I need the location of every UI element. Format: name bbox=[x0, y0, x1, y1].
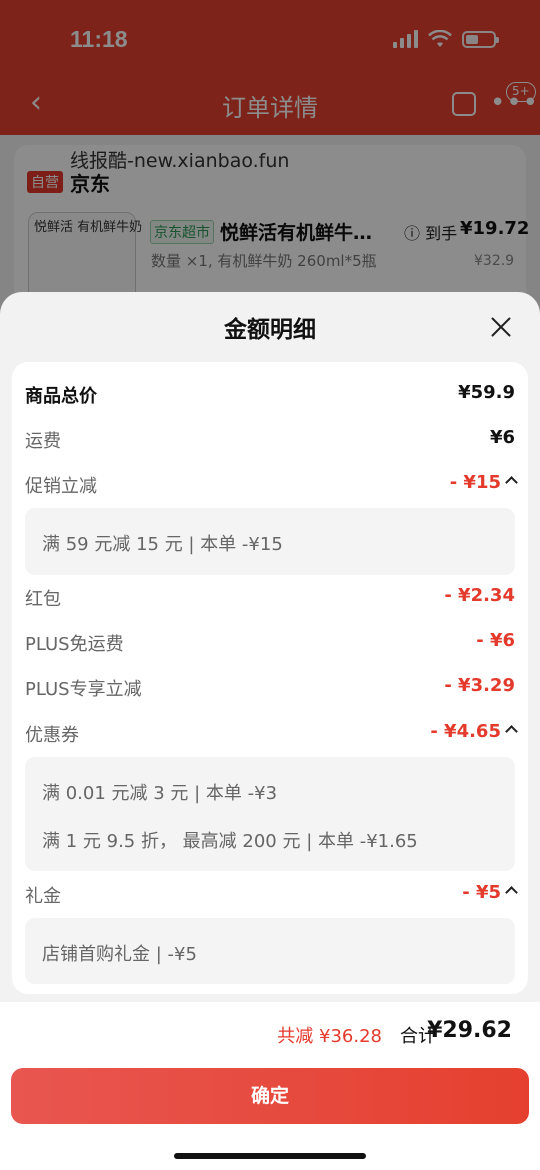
row-goods-total: 商品总价 ¥59.9 bbox=[25, 382, 515, 412]
coupon-detail-box: 满 0.01 元减 3 元 | 本单 -¥3 满 1 元 9.5 折， 最高减 … bbox=[25, 757, 515, 871]
gift-detail: 店铺首购礼金 | -¥5 bbox=[42, 944, 197, 965]
sheet-title: 金额明细 bbox=[224, 317, 316, 343]
row-plus-discount: PLUS专享立减 - ¥3.29 bbox=[25, 675, 515, 705]
promotion-detail-box: 满 59 元减 15 元 | 本单 -¥15 bbox=[25, 508, 515, 575]
total-price: ¥29.62 bbox=[427, 1018, 512, 1043]
row-value: - ¥4.65 bbox=[430, 721, 501, 742]
row-value: - ¥15 bbox=[449, 472, 501, 493]
promotion-detail: 满 59 元减 15 元 | 本单 -¥15 bbox=[42, 534, 283, 555]
row-shipping: 运费 ¥6 bbox=[25, 427, 515, 457]
row-promotion[interactable]: 促销立减 - ¥15 bbox=[25, 472, 518, 502]
row-value: - ¥3.29 bbox=[444, 675, 515, 696]
confirm-button[interactable]: 确定 bbox=[11, 1068, 529, 1124]
row-label: 促销立减 bbox=[25, 476, 97, 497]
row-label: 红包 bbox=[25, 589, 61, 610]
row-label: 优惠券 bbox=[25, 725, 79, 746]
row-gift[interactable]: 礼金 - ¥5 bbox=[25, 882, 518, 912]
coupon-detail: 满 1 元 9.5 折， 最高减 200 元 | 本单 -¥1.65 bbox=[42, 831, 418, 852]
row-red-packet: 红包 - ¥2.34 bbox=[25, 585, 515, 615]
row-label: 礼金 bbox=[25, 886, 61, 907]
chevron-up-icon[interactable] bbox=[505, 725, 518, 738]
total-reduction: 共减 ¥36.28 bbox=[277, 1026, 382, 1047]
row-label: PLUS专享立减 bbox=[25, 679, 142, 700]
chevron-up-icon[interactable] bbox=[505, 476, 518, 489]
row-value: ¥59.9 bbox=[458, 382, 515, 403]
row-coupon[interactable]: 优惠券 - ¥4.65 bbox=[25, 721, 518, 751]
coupon-detail: 满 0.01 元减 3 元 | 本单 -¥3 bbox=[42, 783, 278, 804]
row-value: - ¥6 bbox=[476, 630, 515, 651]
row-label: PLUS免运费 bbox=[25, 634, 124, 655]
gift-detail-box: 店铺首购礼金 | -¥5 bbox=[25, 918, 515, 984]
row-value: - ¥5 bbox=[462, 882, 501, 903]
row-label: 运费 bbox=[25, 431, 61, 452]
row-label: 商品总价 bbox=[25, 386, 97, 407]
close-icon[interactable] bbox=[488, 314, 514, 340]
chevron-up-icon[interactable] bbox=[505, 886, 518, 899]
row-value: - ¥2.34 bbox=[444, 585, 515, 606]
home-indicator[interactable] bbox=[174, 1153, 366, 1159]
row-plus-free-shipping: PLUS免运费 - ¥6 bbox=[25, 630, 515, 660]
detail-card: 商品总价 ¥59.9 运费 ¥6 促销立减 - ¥15 满 59 元减 15 元… bbox=[12, 362, 528, 994]
bottom-bar: 共减 ¥36.28 合计 ¥29.62 确定 bbox=[0, 1002, 540, 1170]
row-value: ¥6 bbox=[489, 427, 515, 448]
